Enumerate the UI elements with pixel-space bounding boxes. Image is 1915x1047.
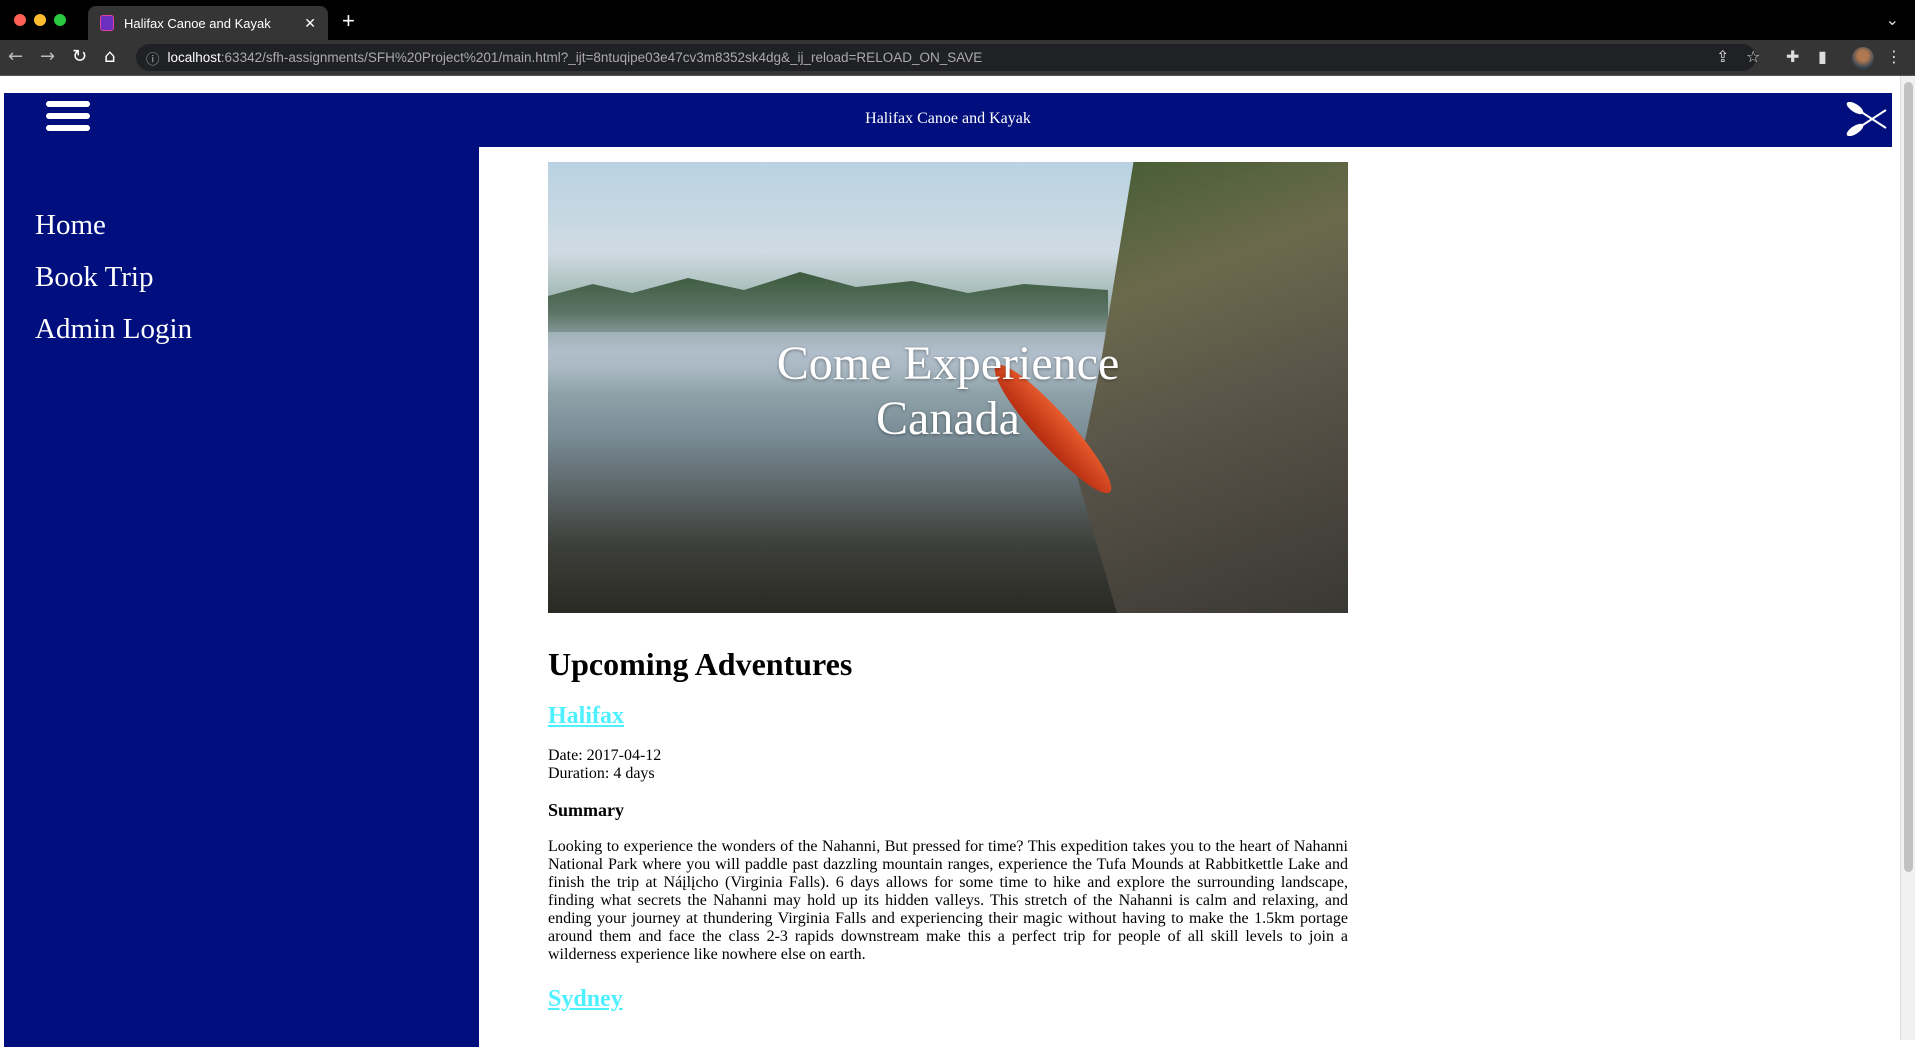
hero-line-1: Come Experience (776, 337, 1120, 390)
sidebar-item-book-trip[interactable]: Book Trip (4, 251, 479, 303)
url-path: :63342/sfh-assignments/SFH%20Project%201… (220, 50, 983, 65)
tab-title: Halifax Canoe and Kayak (124, 15, 271, 31)
browser-tab-strip: Halifax Canoe and Kayak ✕ + ⌄ (0, 0, 1915, 40)
maximize-window-button[interactable] (54, 14, 66, 26)
browser-toolbar: ← → ↻ ⌂ ⓘ localhost:63342/sfh-assignment… (0, 40, 1915, 76)
trip-link-sydney[interactable]: Sydney (548, 986, 1348, 1013)
hero-image: Come Experience Canada (548, 162, 1348, 613)
trip-summary: Looking to experience the wonders of the… (548, 838, 1348, 963)
close-tab-icon[interactable]: ✕ (304, 15, 316, 32)
forward-icon[interactable]: → (40, 46, 55, 67)
back-icon[interactable]: ← (8, 46, 23, 67)
share-icon[interactable]: ⇪ (1716, 47, 1729, 66)
sidebar-item-admin-login[interactable]: Admin Login (4, 303, 479, 355)
reload-icon[interactable]: ↻ (72, 46, 87, 67)
browser-tab[interactable]: Halifax Canoe and Kayak ✕ (88, 6, 328, 40)
page: Halifax Canoe and Kayak Home Book Trip A… (0, 76, 1900, 1047)
trip-meta: Date: 2017-04-12 Duration: 4 days (548, 747, 1348, 783)
side-panel-icon[interactable]: ▮ (1818, 47, 1827, 66)
minimize-window-button[interactable] (34, 14, 46, 26)
profile-avatar[interactable] (1852, 47, 1874, 69)
section-heading: Upcoming Adventures (548, 646, 853, 682)
page-scrollbar[interactable] (1900, 76, 1915, 1040)
trip-date: Date: 2017-04-12 (548, 747, 662, 764)
hero-line-2: Canada (876, 392, 1020, 445)
site-title: Halifax Canoe and Kayak (865, 110, 1031, 127)
scrollbar-thumb[interactable] (1904, 82, 1913, 872)
trip-link-halifax[interactable]: Halifax (548, 703, 1348, 730)
url-host: localhost (167, 50, 221, 65)
favicon-icon (100, 15, 114, 31)
close-window-button[interactable] (14, 14, 26, 26)
info-icon[interactable]: ⓘ (146, 48, 160, 68)
menu-icon[interactable]: ⋮ (1886, 47, 1902, 66)
hero-heading: Come Experience Canada (548, 336, 1348, 446)
crossed-paddles-logo-icon (1846, 102, 1887, 136)
sidebar: Home Book Trip Admin Login (4, 147, 479, 1047)
address-bar[interactable]: ⓘ localhost:63342/sfh-assignments/SFH%20… (136, 44, 1756, 71)
extensions-icon[interactable]: ✚ (1786, 47, 1799, 66)
new-tab-button[interactable]: + (342, 8, 355, 34)
trip-duration: Duration: 4 days (548, 765, 655, 782)
home-icon[interactable]: ⌂ (104, 46, 115, 67)
bookmark-star-icon[interactable]: ☆ (1746, 47, 1760, 66)
summary-heading: Summary (548, 800, 624, 820)
top-navbar: Halifax Canoe and Kayak (4, 93, 1892, 147)
main-content: Come Experience Canada Upcoming Adventur… (548, 162, 1348, 1013)
tab-search-chevron-icon[interactable]: ⌄ (1886, 10, 1899, 30)
sidebar-item-home[interactable]: Home (4, 199, 479, 251)
